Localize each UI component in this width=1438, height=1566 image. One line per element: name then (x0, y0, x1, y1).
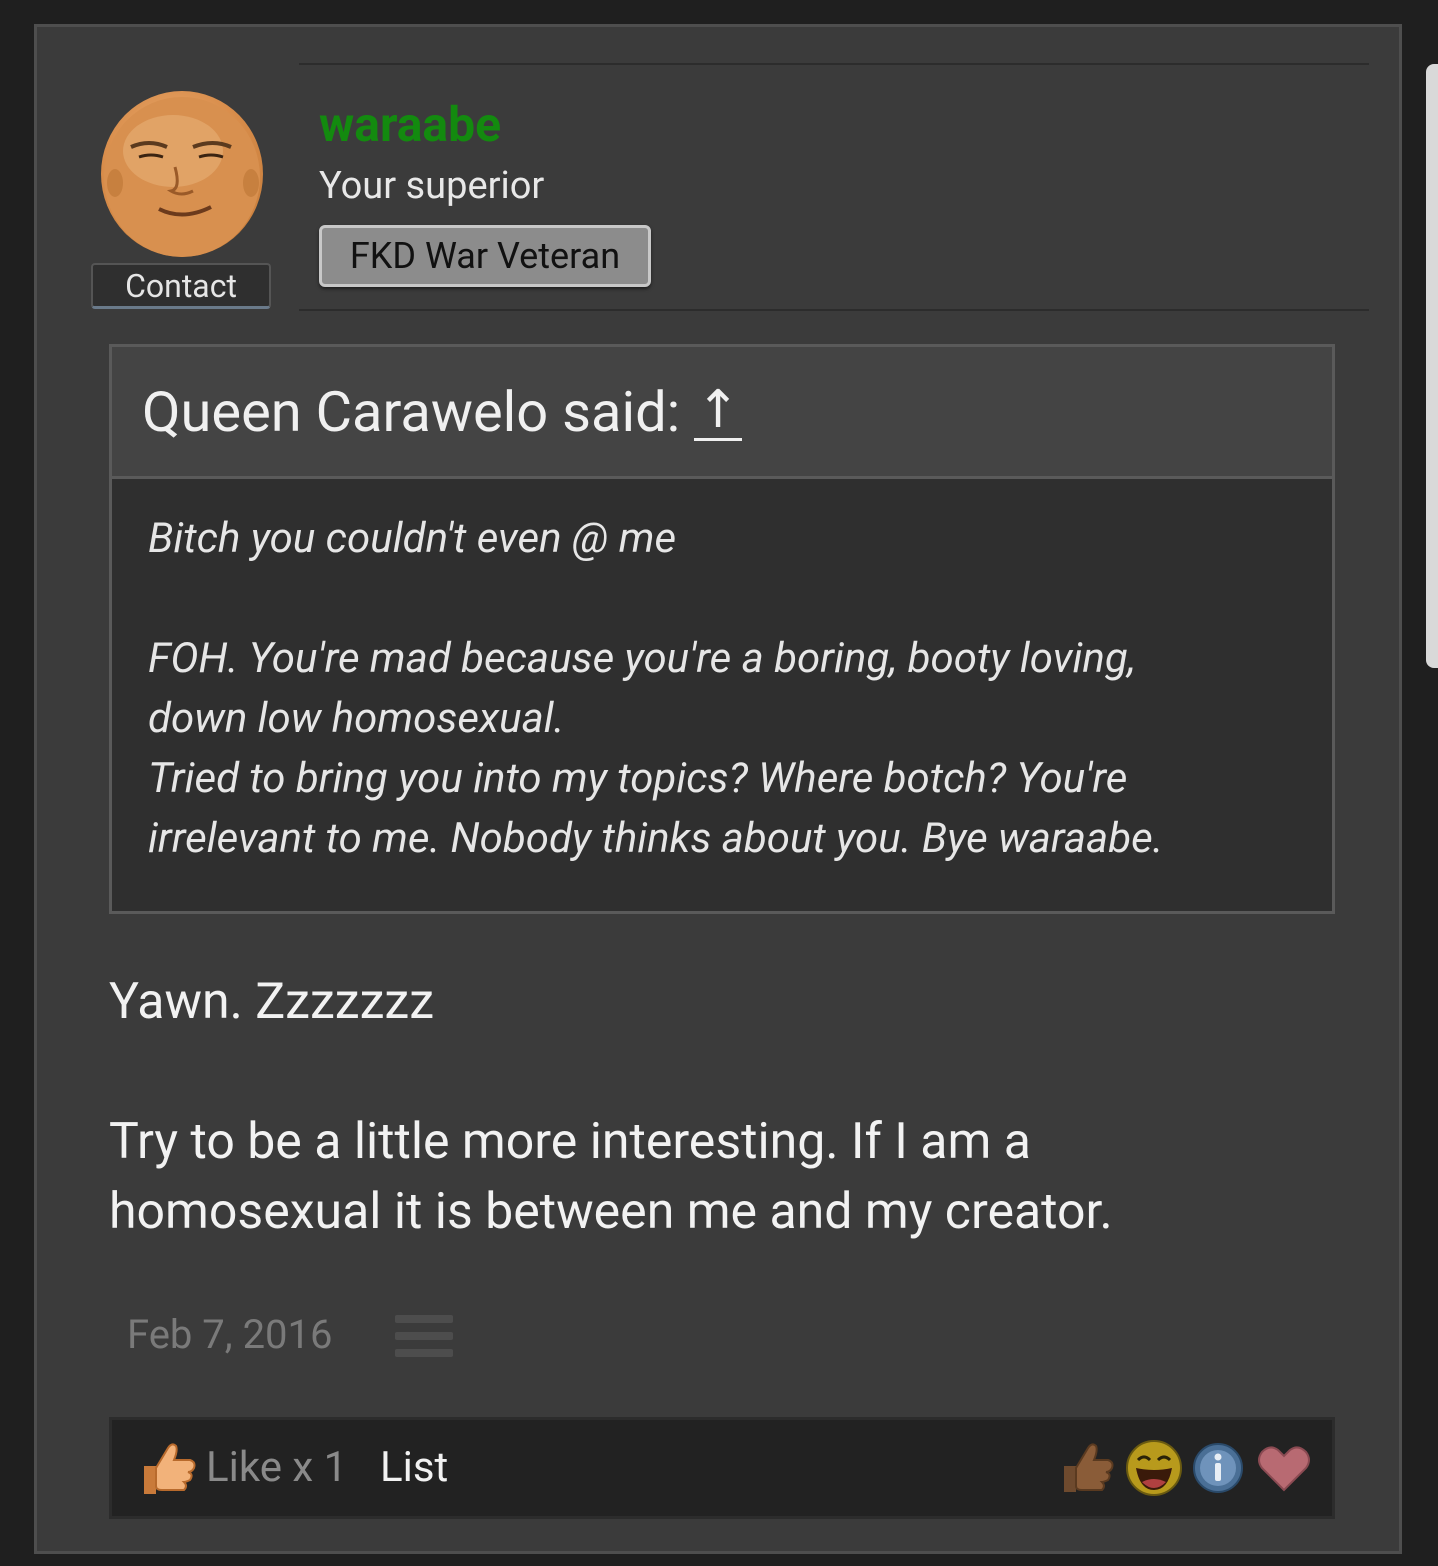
info-icon[interactable] (1188, 1438, 1248, 1498)
username-link[interactable]: waraabe (319, 95, 501, 155)
header-divider-bottom (299, 309, 1369, 311)
quote-line: irrelevant to me. Nobody thinks about yo… (148, 814, 1164, 863)
avatar-face-icon (104, 97, 260, 257)
quote-line: FOH. You're mad because you're a boring,… (148, 634, 1136, 683)
quote-header: Queen Carawelo said: ↑ (112, 347, 1332, 479)
quote-line: Bitch you couldn't even @ me (148, 514, 677, 563)
message-line: homosexual it is between me and my creat… (109, 1183, 1113, 1241)
message-line: Try to be a little more interesting. If … (109, 1113, 1031, 1171)
likes-summary-bar: Like x 1 List (109, 1417, 1335, 1519)
thumbs-up-icon[interactable] (1058, 1438, 1118, 1498)
contact-button[interactable]: Contact (91, 263, 271, 309)
user-badge: FKD War Veteran (319, 225, 651, 287)
post-menu-icon[interactable] (395, 1315, 453, 1357)
like-count: Like x 1 (206, 1443, 348, 1492)
quote-line: down low homosexual. (148, 694, 565, 743)
user-title: Your superior (319, 164, 545, 208)
laughing-face-icon[interactable] (1124, 1438, 1184, 1498)
forum-post: Contact waraabe Your superior FKD War Ve… (34, 24, 1402, 1554)
scrollbar-thumb[interactable] (1426, 64, 1438, 668)
thumbs-up-icon (144, 1443, 196, 1494)
quote-author-label: Queen Carawelo said: (142, 378, 681, 445)
header-divider-top (299, 63, 1369, 65)
likes-list-link[interactable]: List (380, 1438, 448, 1498)
avatar[interactable] (101, 91, 263, 257)
quote-jump-arrow-icon[interactable]: ↑ (694, 382, 742, 441)
post-date-link[interactable]: Feb 7, 2016 (127, 1307, 333, 1363)
quote-block: Queen Carawelo said: ↑ Bitch you couldn'… (109, 344, 1335, 914)
heart-icon[interactable] (1254, 1438, 1314, 1498)
quote-line: Tried to bring you into my topics? Where… (148, 754, 1128, 803)
quote-body: Bitch you couldn't even @ me FOH. You're… (112, 479, 1332, 869)
message-body: Yawn. Zzzzzzz Try to be a little more in… (109, 967, 1309, 1247)
message-paragraph: Yawn. Zzzzzzz (109, 973, 434, 1031)
